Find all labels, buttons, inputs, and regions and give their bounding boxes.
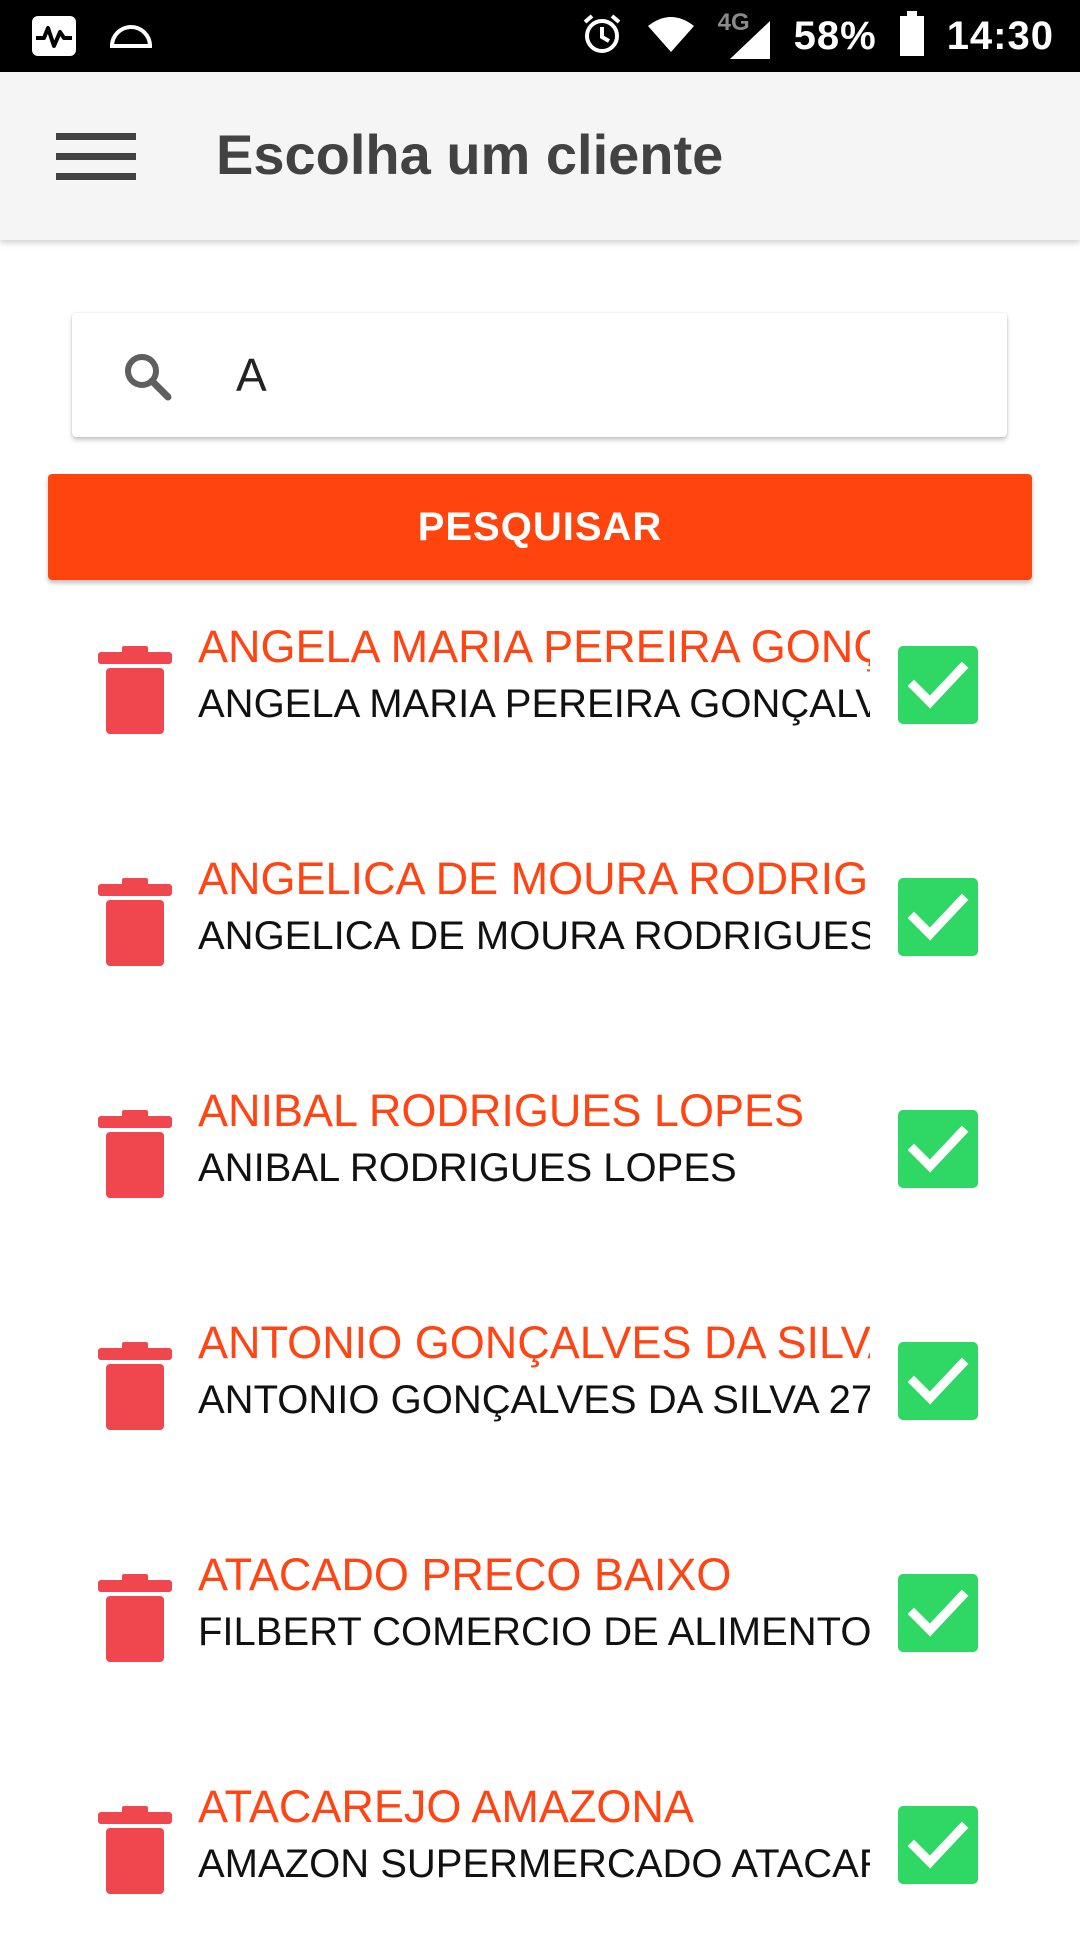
check-icon[interactable] (898, 878, 978, 956)
client-name: ANIBAL RODRIGUES LOPES (198, 1085, 805, 1136)
trash-icon[interactable] (98, 1342, 172, 1430)
client-texts: ATACAREJO AMAZONA AMAZON SUPERMERCADO AT… (198, 1778, 870, 1892)
list-item[interactable]: ANGELA MARIA PEREIRA GONÇALVES ANGELA MA… (0, 598, 1080, 798)
trash-icon[interactable] (98, 878, 172, 966)
status-bar: 4G 58% 14:30 (0, 0, 1080, 72)
client-name: ATACAREJO AMAZONA (198, 1781, 694, 1832)
client-legal-name: ANIBAL RODRIGUES LOPES (198, 1146, 737, 1190)
app-bar: Escolha um cliente (0, 72, 1080, 240)
list-item[interactable]: ATACAREJO AMAZONA AMAZON SUPERMERCADO AT… (0, 1758, 1080, 1958)
page-title: Escolha um cliente (216, 123, 724, 186)
check-icon[interactable] (898, 1110, 978, 1188)
search-button[interactable]: PESQUISAR (48, 474, 1032, 580)
client-legal-name: ANGELICA DE MOURA RODRIGUES (198, 914, 870, 958)
client-texts: ANTONIO GONÇALVES DA SILVA ANTONIO GONÇA… (198, 1314, 870, 1428)
signal-icon (729, 21, 770, 59)
activity-icon (30, 14, 78, 63)
client-name: ATACADO PRECO BAIXO (198, 1549, 732, 1600)
dome-icon (108, 16, 154, 61)
client-legal-name: AMAZON SUPERMERCADO ATACAREJO (198, 1842, 870, 1886)
client-legal-name: ANTONIO GONÇALVES DA SILVA 27 (198, 1378, 870, 1422)
client-name: ANGELA MARIA PEREIRA GONÇALVES (198, 621, 870, 672)
client-texts: ANIBAL RODRIGUES LOPES ANIBAL RODRIGUES … (198, 1082, 870, 1196)
status-right-icons: 4G 58% 14:30 (580, 8, 1054, 64)
client-legal-name: FILBERT COMERCIO DE ALIMENTOS (198, 1610, 870, 1654)
status-left-icons (30, 14, 154, 63)
list-item[interactable]: ANIBAL RODRIGUES LOPES ANIBAL RODRIGUES … (0, 1062, 1080, 1262)
menu-bar-line (56, 132, 136, 140)
menu-bar-line (56, 152, 136, 160)
list-item[interactable]: ANTONIO GONÇALVES DA SILVA ANTONIO GONÇA… (0, 1294, 1080, 1494)
check-icon[interactable] (898, 1806, 978, 1884)
battery-icon (899, 10, 925, 62)
trash-icon[interactable] (98, 1110, 172, 1198)
list-item[interactable]: ANGELICA DE MOURA RODRIGUES ANGELICA DE … (0, 830, 1080, 1030)
search-input[interactable] (236, 335, 916, 415)
client-texts: ATACADO PRECO BAIXO FILBERT COMERCIO DE … (198, 1546, 870, 1660)
check-icon[interactable] (898, 1342, 978, 1420)
client-name: ANTONIO GONÇALVES DA SILVA (198, 1317, 870, 1368)
alarm-icon (580, 12, 624, 61)
wifi-icon (646, 14, 696, 59)
trash-icon[interactable] (98, 646, 172, 734)
clock: 14:30 (946, 13, 1054, 58)
menu-bar-line (56, 172, 136, 180)
trash-icon[interactable] (98, 1574, 172, 1662)
client-texts: ANGELA MARIA PEREIRA GONÇALVES ANGELA MA… (198, 618, 870, 732)
search-field[interactable] (72, 313, 1007, 437)
battery-percent: 58% (793, 13, 877, 58)
client-name: ANGELICA DE MOURA RODRIGUES (198, 853, 870, 904)
client-legal-name: ANGELA MARIA PEREIRA GONÇALVES (198, 682, 870, 726)
hamburger-menu-icon[interactable] (42, 116, 152, 196)
list-item[interactable]: ATACADO PRECO BAIXO FILBERT COMERCIO DE … (0, 1526, 1080, 1726)
trash-icon[interactable] (98, 1806, 172, 1894)
check-icon[interactable] (898, 1574, 978, 1652)
check-icon[interactable] (898, 646, 978, 724)
client-texts: ANGELICA DE MOURA RODRIGUES ANGELICA DE … (198, 850, 870, 964)
search-icon (122, 351, 174, 403)
cell-signal: 4G (718, 9, 772, 61)
